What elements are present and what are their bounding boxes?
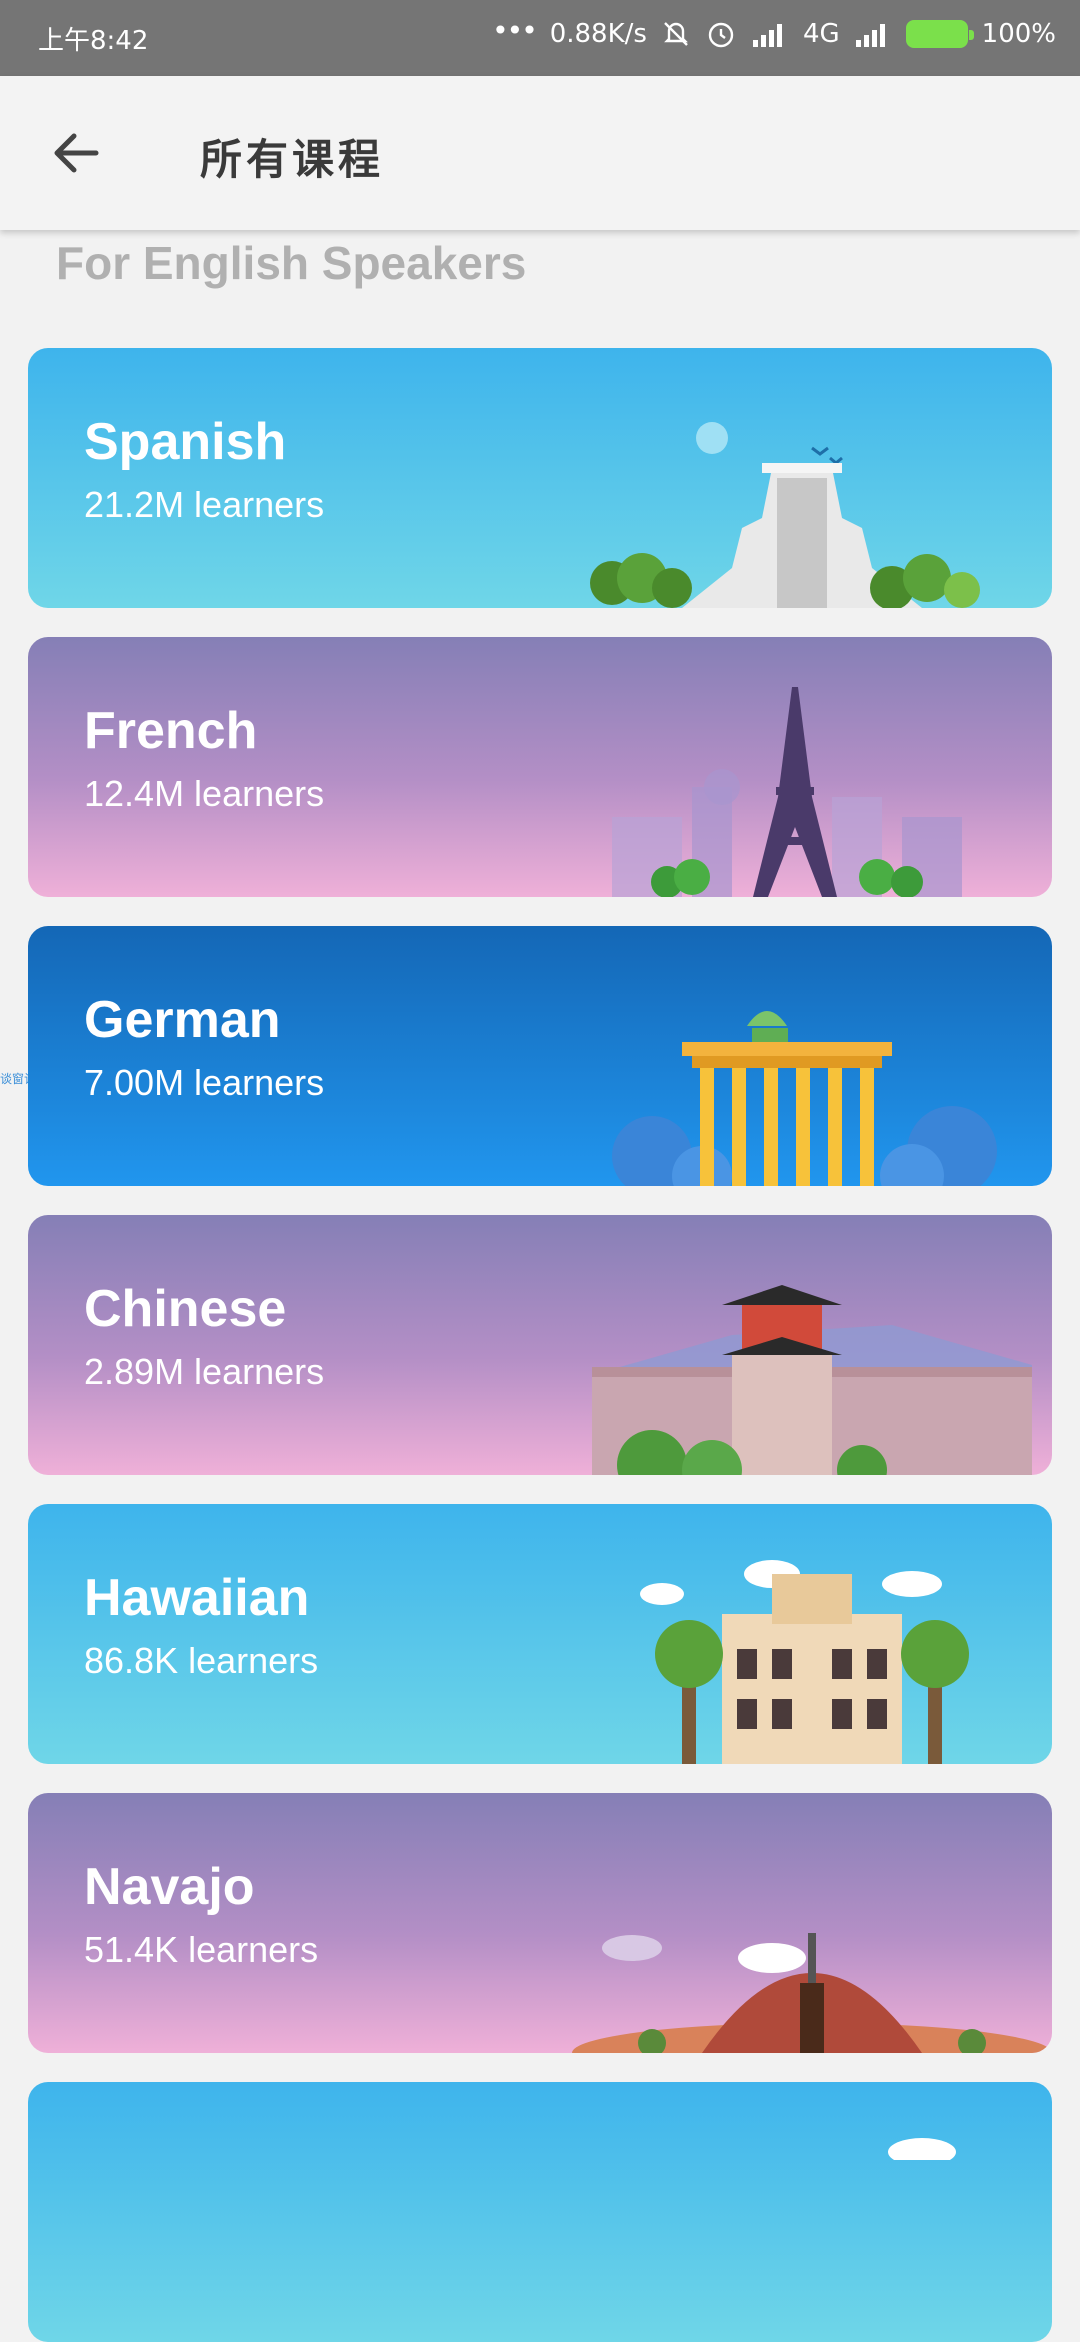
course-card-hawaiian[interactable]: Hawaiian 86.8K learners	[28, 1504, 1052, 1764]
great-wall-icon	[592, 1285, 1032, 1475]
course-name: Chinese	[84, 1280, 287, 1338]
dots-icon: •••	[492, 14, 538, 47]
section-title: For English Speakers	[56, 237, 527, 289]
page-title: 所有课程	[200, 135, 385, 184]
course-learners: 7.00M learners	[84, 1062, 325, 1103]
mute-icon	[661, 19, 691, 49]
arrow-left-icon[interactable]	[48, 126, 108, 180]
course-name: French	[84, 702, 258, 760]
status-bar: 上午8:42 ••• 0.88K/s 4G 100%	[0, 0, 1080, 76]
status-icons: ••• 0.88K/s 4G 100%	[492, 14, 1056, 50]
course-card-spanish[interactable]: Spanish 21.2M learners	[28, 348, 1052, 608]
course-learners: 21.2M learners	[84, 484, 325, 525]
course-card-french[interactable]: French 12.4M learners	[28, 637, 1052, 897]
course-name: Spanish	[84, 413, 287, 471]
course-learners: 12.4M learners	[84, 773, 325, 814]
course-learners: 51.4K learners	[84, 1929, 319, 1970]
signal-icon	[854, 20, 892, 48]
alarm-icon	[705, 18, 737, 50]
clouds-icon	[888, 2138, 956, 2160]
signal-icon	[751, 20, 789, 48]
network-speed: 0.88K/s	[549, 19, 647, 49]
hogan-icon	[572, 1933, 1052, 2053]
course-name: German	[84, 991, 281, 1049]
app-bar: 所有课程	[0, 76, 1080, 230]
course-name: Navajo	[84, 1858, 255, 1916]
course-card-chinese[interactable]: Chinese 2.89M learners	[28, 1215, 1052, 1475]
course-name: Hawaiian	[84, 1569, 310, 1627]
network-type: 4G	[802, 19, 840, 49]
palace-icon	[640, 1560, 969, 1764]
battery-charging-icon	[905, 20, 974, 48]
pyramid-icon	[590, 422, 980, 608]
battery-level: 100%	[981, 19, 1056, 49]
course-learners: 86.8K learners	[84, 1640, 319, 1681]
eiffel-tower-icon	[612, 687, 962, 897]
status-time: 上午8:42	[38, 26, 149, 56]
brandenburg-gate-icon	[612, 1011, 997, 1186]
course-card-german[interactable]: German 7.00M learners	[28, 926, 1052, 1186]
course-card-navajo[interactable]: Navajo 51.4K learners	[28, 1793, 1052, 2053]
course-card-partial[interactable]	[28, 2082, 1052, 2342]
course-learners: 2.89M learners	[84, 1351, 325, 1392]
